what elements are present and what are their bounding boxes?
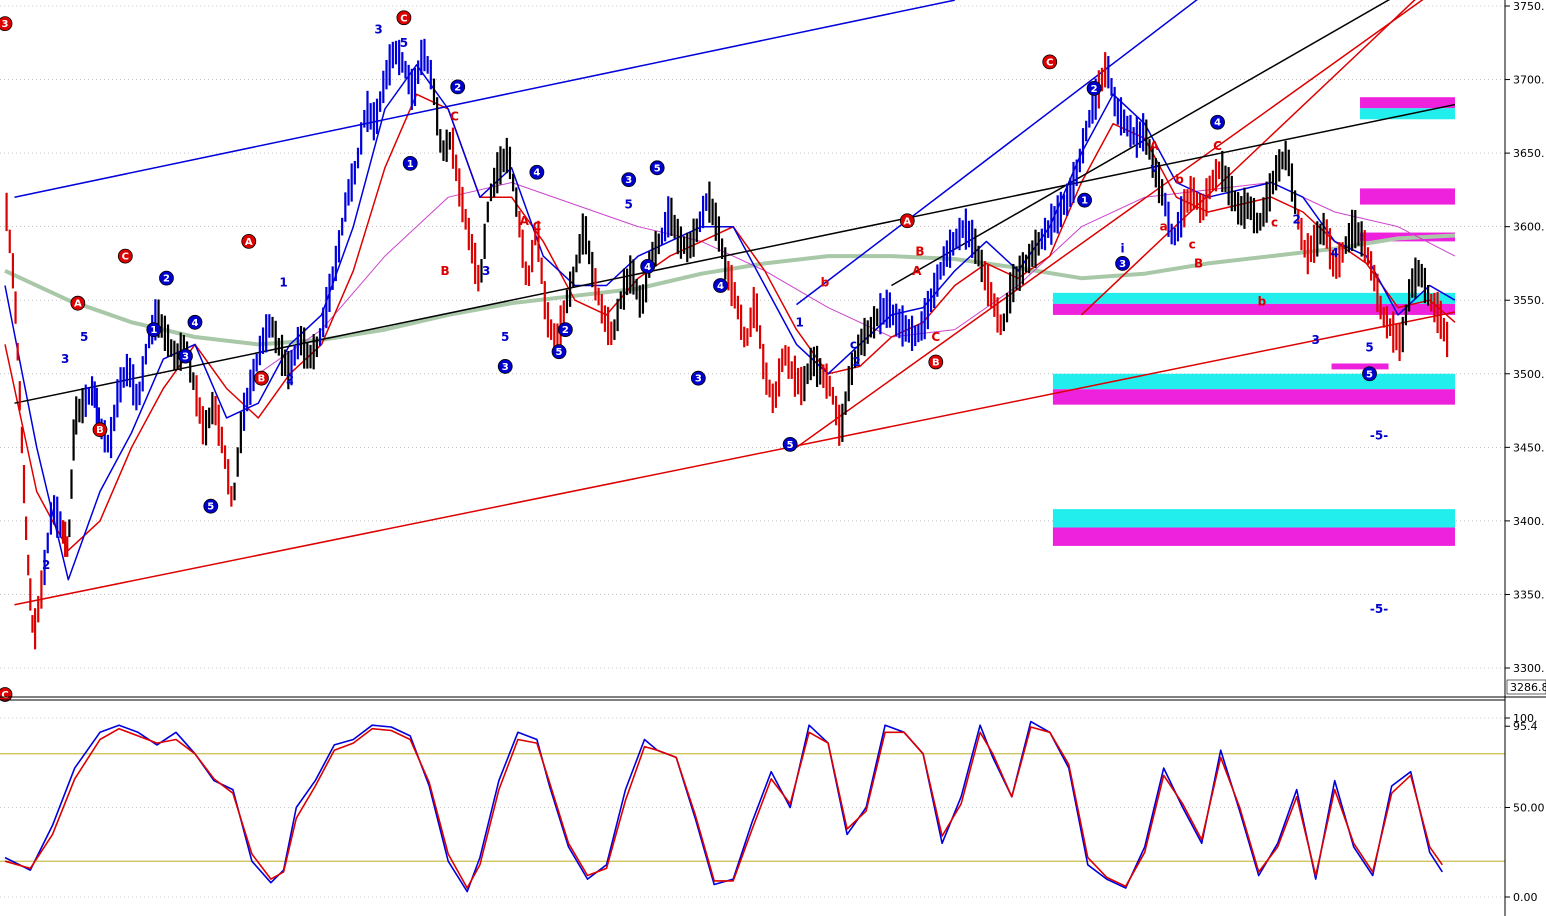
wave-label: B — [96, 425, 104, 436]
wave-label: 3 — [695, 374, 702, 385]
wave-label: 4 — [644, 262, 651, 273]
chart-background — [0, 0, 1546, 916]
price-tick-label: 3600. — [1513, 221, 1545, 234]
chart-canvas: 3C2A53BC21345AB123C512CB 353A4C523554345b… — [0, 0, 1546, 916]
price-tick-label: 3700. — [1513, 74, 1545, 87]
wave-label: 5 — [1366, 369, 1373, 380]
wave-label: A — [245, 237, 253, 248]
wave-label: C — [450, 109, 459, 123]
wave-label: 2 — [1091, 84, 1098, 95]
wave-label: 3 — [625, 175, 632, 186]
wave-label: -5- — [1370, 429, 1388, 443]
wave-label: 4 — [191, 318, 198, 329]
target-zone-cyan — [1052, 509, 1455, 528]
wave-label: 3 — [482, 264, 490, 278]
target-zone-magenta — [1360, 188, 1455, 205]
oscillator-tick-label: 50.00 — [1513, 802, 1545, 815]
wave-label: 5 — [207, 502, 214, 513]
wave-label: A — [74, 299, 82, 310]
wave-label: 1 — [150, 325, 157, 336]
wave-label: 2 — [42, 558, 50, 572]
wave-label: v — [1150, 161, 1158, 175]
price-tick-label: 3300. — [1513, 662, 1545, 675]
wave-label: 4 — [717, 281, 724, 292]
wave-label: 5 — [556, 347, 563, 358]
wave-label: c — [1189, 237, 1196, 251]
last-value-label: 3286.8 — [1510, 681, 1546, 694]
price-tick-label: 3650. — [1513, 147, 1545, 160]
wave-label: 3 — [1312, 333, 1320, 347]
wave-label: c — [1271, 215, 1278, 229]
wave-label: 2 — [1293, 212, 1301, 226]
wave-label: 3 — [2, 19, 9, 30]
wave-label: A — [912, 264, 922, 278]
wave-label: A — [1150, 139, 1160, 153]
wave-label: 5 — [625, 198, 633, 212]
wave-label: 4 — [1331, 246, 1339, 260]
wave-label: 1 — [1081, 196, 1088, 207]
wave-label: 2 — [562, 325, 569, 336]
oscillator-tick-label: 95.4 — [1513, 720, 1538, 733]
wave-label: 3 — [374, 23, 382, 37]
wave-label: C — [122, 252, 129, 263]
wave-label: 5 — [654, 163, 661, 174]
wave-label: A — [520, 214, 530, 228]
wave-label: 5 — [501, 330, 509, 344]
wave-label: 3 — [182, 352, 189, 363]
wave-label: B — [258, 374, 266, 385]
wave-label: 1 — [407, 159, 414, 170]
wave-label: C — [532, 220, 541, 234]
wave-label: 1 — [795, 315, 803, 329]
wave-label: 5 — [1365, 340, 1373, 354]
wave-label: B — [932, 358, 940, 369]
wave-label: 3 — [502, 362, 509, 373]
wave-label: i — [1121, 242, 1125, 256]
wave-label: B — [1194, 256, 1203, 270]
wave-label: 4 — [1214, 118, 1221, 129]
wave-label: C — [400, 13, 407, 24]
target-zone-magenta — [1052, 389, 1455, 405]
wave-label: C — [1046, 57, 1053, 68]
wave-label: C — [1213, 139, 1222, 153]
target-zone-magenta — [1052, 527, 1455, 546]
wave-label: C — [931, 330, 940, 344]
price-tick-label: 3450. — [1513, 441, 1545, 454]
wave-label: b — [1258, 295, 1267, 309]
wave-label: 5 — [80, 330, 88, 344]
wave-label: 2 — [163, 274, 170, 285]
wave-label: A — [903, 216, 911, 227]
wave-label: 5 — [400, 36, 408, 50]
price-tick-label: 3750. — [1513, 0, 1545, 13]
wave-label: 2 — [852, 355, 860, 369]
price-tick-label: 3400. — [1513, 515, 1545, 528]
wave-label: 2 — [454, 82, 461, 93]
wave-label: 5 — [787, 440, 794, 451]
target-zone-magenta — [1360, 97, 1455, 109]
price-tick-label: 3350. — [1513, 588, 1545, 601]
wave-label: 1 — [279, 276, 287, 290]
wave-label: B — [440, 264, 449, 278]
wave-label: 4 — [533, 168, 540, 179]
price-tick-label: 3550. — [1513, 294, 1545, 307]
wave-label: 3 — [61, 352, 69, 366]
wave-label: -5- — [1370, 602, 1388, 616]
wave-label: c — [850, 337, 857, 351]
wave-label: B — [915, 245, 924, 259]
wave-label: a — [1160, 220, 1168, 234]
price-tick-label: 3500. — [1513, 368, 1545, 381]
wave-label: 3 — [1119, 259, 1126, 270]
wave-label: C — [1, 690, 8, 701]
wave-label: 2 — [286, 373, 294, 387]
wave-label: b — [821, 276, 830, 290]
oscillator-tick-label: 0.00 — [1513, 891, 1538, 904]
wave-label: b — [1175, 173, 1184, 187]
target-zone-magenta — [1331, 363, 1389, 370]
